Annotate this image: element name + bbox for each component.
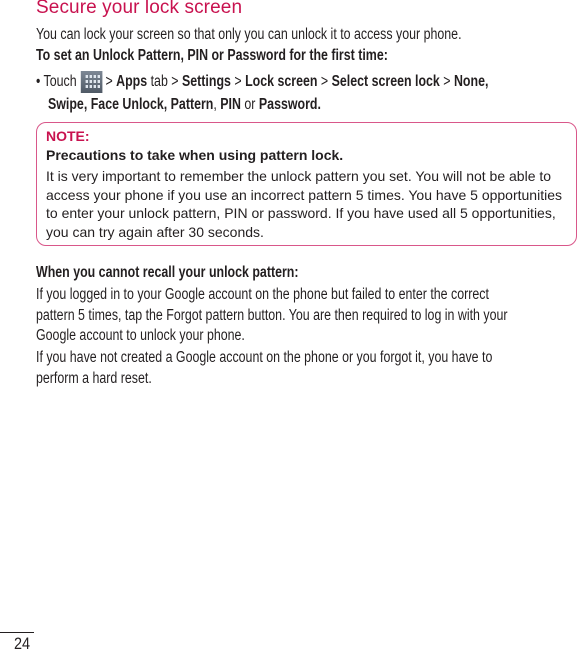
recall-heading: When you cannot recall your unlock patte… xyxy=(36,264,299,281)
options-list: Swipe, Face Unlock, Pattern xyxy=(48,96,214,113)
tab-label: tab xyxy=(150,73,168,90)
separator: > xyxy=(320,73,329,90)
apps-grid-icon xyxy=(80,71,103,93)
page-number: 24 xyxy=(14,634,31,653)
intro-text: You can lock your screen so that only yo… xyxy=(36,26,462,43)
separator: > xyxy=(105,73,113,90)
instruction-line-2: Swipe, Face Unlock, Pattern, PIN or Pass… xyxy=(48,96,321,114)
select-screen-lock-label: Select screen lock xyxy=(331,73,440,90)
note-body: It is very important to remember the unl… xyxy=(46,168,562,240)
separator: > xyxy=(443,73,451,90)
recall-paragraph-2-line: If you have not created a Google account… xyxy=(36,349,493,366)
subheading: To set an Unlock Pattern, PIN or Passwor… xyxy=(36,47,388,64)
recall-paragraph-1-line: If you logged in to your Google account … xyxy=(36,286,489,303)
separator: > xyxy=(234,73,242,90)
recall-paragraph-2: If you have not created a Google account… xyxy=(36,348,492,389)
option-none: None, xyxy=(453,73,489,90)
comma: , xyxy=(213,96,217,113)
note-label: NOTE: xyxy=(46,128,90,144)
option-pin: PIN xyxy=(220,96,241,113)
lock-screen-label: Lock screen xyxy=(245,73,318,90)
instruction-line-1: • Touch > Apps tab > Settings > Lock scr… xyxy=(36,71,488,93)
note-heading: Precautions to take when using pattern l… xyxy=(46,147,344,163)
recall-paragraph-1: If you logged in to your Google account … xyxy=(36,285,508,347)
recall-paragraph-2-line: perform a hard reset. xyxy=(36,369,152,387)
footer-rule xyxy=(0,632,34,633)
recall-paragraph-1-line: pattern 5 times, tap the Forgot pattern … xyxy=(36,306,508,324)
touch-text: Touch xyxy=(43,73,77,90)
or-text: or xyxy=(244,96,256,113)
recall-paragraph-1-line: Google account to unlock your phone. xyxy=(36,327,245,344)
separator: > xyxy=(171,73,179,90)
bullet: • xyxy=(36,73,41,90)
option-password: Password. xyxy=(258,96,321,113)
settings-label: Settings xyxy=(182,73,231,90)
apps-label: Apps xyxy=(116,73,148,90)
section-title: Secure your lock screen xyxy=(36,0,243,18)
